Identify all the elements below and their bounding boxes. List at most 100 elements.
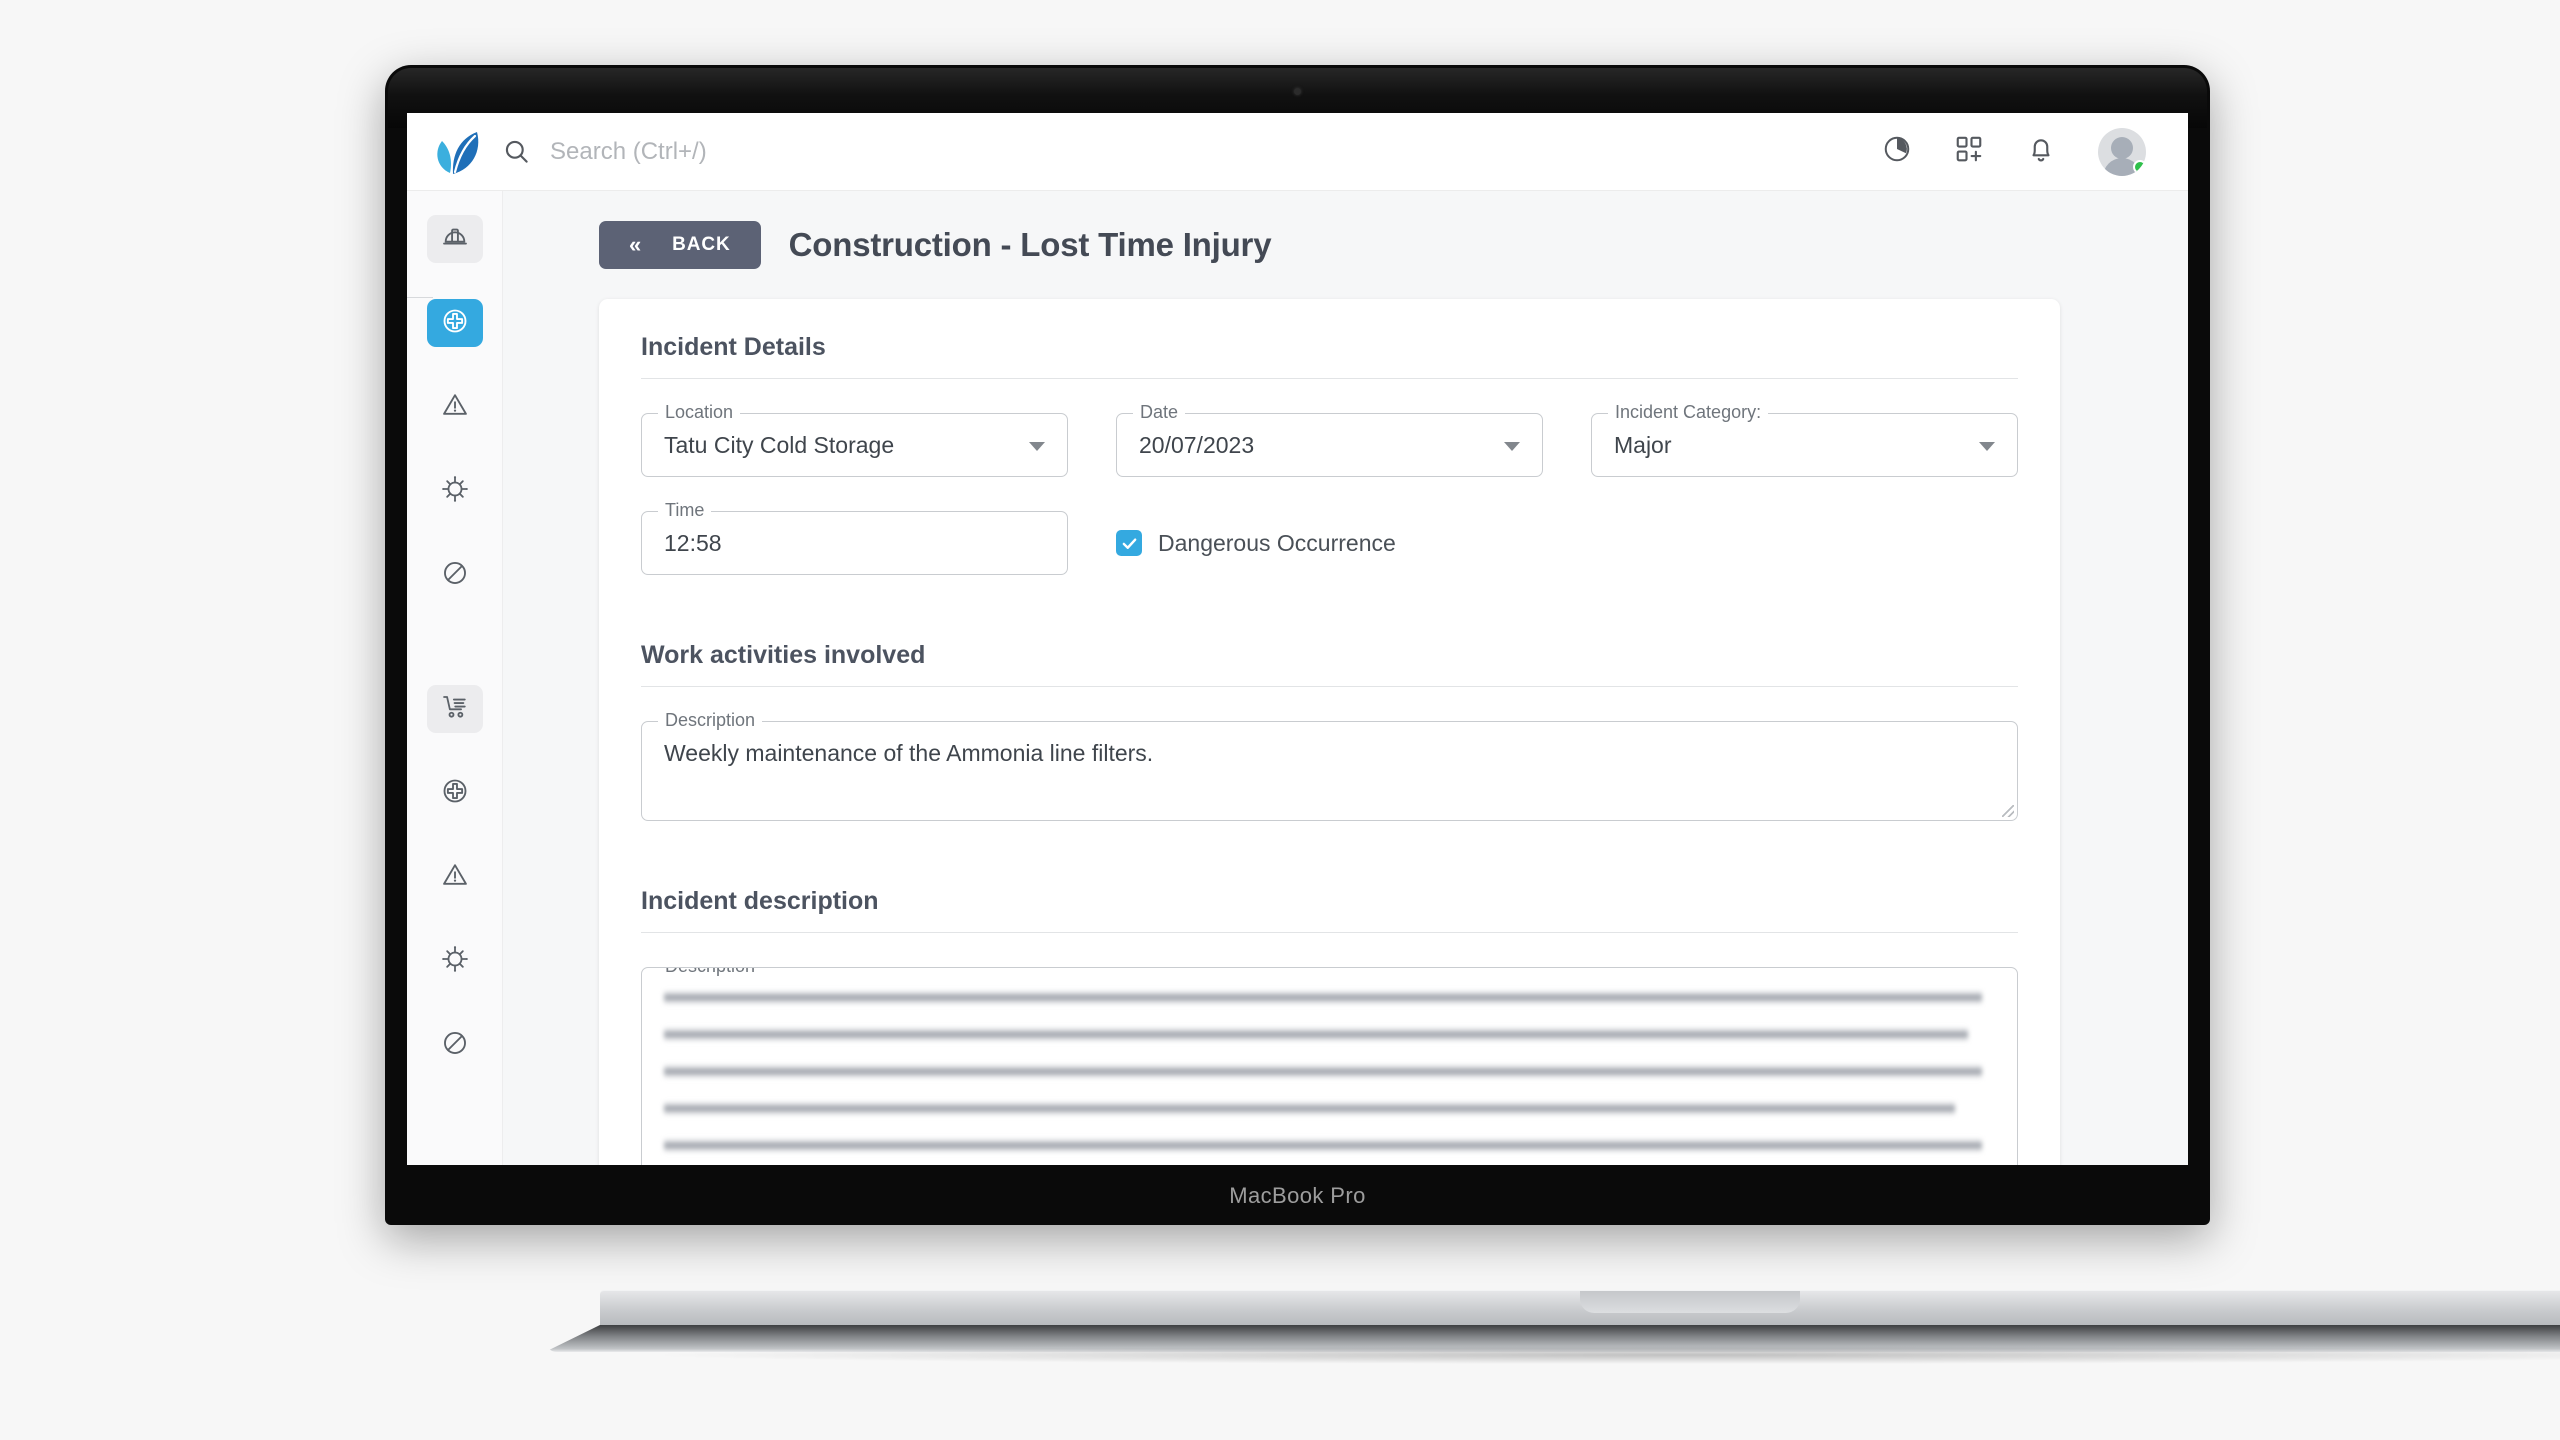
app-body: « BACK Construction - Lost Time Injury I… (407, 191, 2188, 1165)
prohibition-icon (441, 1029, 469, 1062)
laptop-base-top (600, 1290, 2560, 1326)
laptop-base (545, 1290, 2560, 1364)
incident-description-label: Description (658, 968, 763, 975)
form-row-1: Location Tatu City Cold Storage Date 20/… (641, 403, 2018, 477)
sidebar-group-separator (407, 635, 502, 685)
search-bar[interactable] (503, 137, 1882, 166)
location-field: Location Tatu City Cold Storage (641, 403, 1068, 477)
redacted-line (664, 1138, 1982, 1153)
double-chevron-left-icon: « (629, 232, 643, 257)
page-header: « BACK Construction - Lost Time Injury (503, 191, 2188, 299)
form-row-2-spacer (1591, 511, 2018, 575)
form-row-2: Time 12:58 Dangerous Occurrence (641, 501, 2018, 575)
location-select[interactable]: Location Tatu City Cold Storage (641, 403, 1068, 477)
avatar-head (2111, 136, 2133, 159)
form-row-3: Description Weekly maintenance of the Am… (641, 711, 2018, 821)
sidebar (407, 191, 503, 1165)
sidebar-divider (407, 297, 433, 298)
section-heading-work-activities: Work activities involved (641, 641, 926, 669)
warning-triangle-icon (441, 861, 469, 894)
virus-icon (441, 945, 469, 978)
check-icon (1122, 537, 1136, 549)
form-row-4: Description (641, 967, 2018, 1165)
section-heading-incident-details: Incident Details (641, 333, 826, 361)
stage: MacBook Pro Search (Ctrl+/) « BACK Const… (0, 0, 2560, 1440)
dangerous-occurrence-label: Dangerous Occurrence (1158, 529, 1396, 556)
time-value: 12:58 (664, 529, 722, 556)
sidebar-item-hazards-2[interactable] (427, 853, 483, 901)
incident-category-field: Incident Category: Major (1591, 403, 2018, 477)
top-bar-actions (1882, 127, 2188, 176)
leaf-logo-icon[interactable] (407, 129, 503, 175)
device-label: MacBook Pro (1229, 1183, 1366, 1208)
sidebar-item-biohazard[interactable] (427, 467, 483, 515)
section-divider (641, 932, 2018, 933)
app-viewport: « BACK Construction - Lost Time Injury I… (407, 113, 2188, 1165)
incident-form-card: Incident Details Location Tatu City Cold… (599, 299, 2060, 1165)
sidebar-item-restrictions[interactable] (427, 551, 483, 599)
section-heading-incident-description: Incident description (641, 887, 879, 915)
sidebar-item-hazards[interactable] (427, 383, 483, 431)
grid-plus-icon[interactable] (1954, 134, 1984, 169)
time-field: Time 12:58 (641, 501, 1068, 575)
sidebar-item-restrictions-2[interactable] (427, 1021, 483, 1069)
warning-triangle-icon (441, 391, 469, 424)
laptop-mockup: MacBook Pro Search (Ctrl+/) « BACK Const… (385, 65, 2560, 1364)
work-activities-description-textarea[interactable]: Description Weekly maintenance of the Am… (641, 711, 2018, 821)
sidebar-item-health[interactable] (426, 299, 483, 347)
dangerous-occurrence-checkbox[interactable] (1116, 530, 1142, 556)
work-activities-description-value: Weekly maintenance of the Ammonia line f… (664, 740, 1154, 766)
dangerous-occurrence-row[interactable]: Dangerous Occurrence (1116, 511, 1543, 575)
medical-cross-icon (441, 777, 469, 810)
work-activities-description-field: Description Weekly maintenance of the Am… (641, 711, 2018, 821)
resize-handle-icon[interactable] (2002, 805, 2014, 817)
sidebar-item-safety[interactable] (426, 215, 483, 263)
redacted-text-content (664, 986, 1995, 1165)
date-value: 20/07/2023 (1139, 431, 1255, 458)
redacted-line (664, 1027, 1969, 1042)
incident-description-field: Description (641, 967, 2018, 1165)
shopping-cart-icon (441, 693, 469, 726)
chevron-down-icon (1504, 442, 1520, 451)
main-content: « BACK Construction - Lost Time Injury I… (503, 191, 2188, 1165)
search-icon (503, 138, 530, 165)
avatar[interactable] (2098, 127, 2146, 176)
sidebar-item-procurement[interactable] (426, 685, 483, 733)
section-divider (641, 686, 2018, 687)
webcam-icon (1294, 88, 1301, 95)
search-input[interactable] (550, 137, 1070, 166)
bell-icon[interactable] (2026, 134, 2056, 169)
incident-description-textarea[interactable]: Description (641, 967, 2018, 1165)
prohibition-icon (441, 559, 469, 592)
hard-hat-icon (441, 223, 469, 256)
medical-cross-icon (441, 307, 469, 340)
back-button[interactable]: « BACK (599, 221, 761, 269)
incident-category-value: Major (1614, 431, 1672, 458)
laptop-shadow (665, 1346, 2560, 1364)
chevron-down-icon (1979, 442, 1995, 451)
top-bar (407, 113, 2188, 191)
incident-category-label: Incident Category: (1608, 403, 1769, 421)
virus-icon (441, 475, 469, 508)
back-button-label: BACK (672, 234, 731, 255)
laptop-lid: MacBook Pro Search (Ctrl+/) « BACK Const… (385, 65, 2210, 1225)
redacted-line (664, 1101, 1956, 1116)
date-label: Date (1133, 403, 1186, 421)
sidebar-item-health-2[interactable] (427, 769, 483, 817)
location-value: Tatu City Cold Storage (664, 431, 895, 458)
status-badge (2133, 159, 2146, 174)
time-label: Time (658, 501, 712, 519)
date-select[interactable]: Date 20/07/2023 (1116, 403, 1543, 477)
time-input[interactable]: Time 12:58 (641, 501, 1068, 575)
incident-category-select[interactable]: Incident Category: Major (1591, 403, 2018, 477)
pie-chart-clock-icon[interactable] (1882, 134, 1912, 169)
redacted-line (664, 990, 1982, 1005)
leaf-logo-svg (437, 131, 479, 174)
page-title: Construction - Lost Time Injury (788, 226, 1272, 263)
redacted-line (664, 1064, 1982, 1079)
sidebar-item-biohazard-2[interactable] (427, 937, 483, 985)
section-divider (641, 378, 2018, 379)
location-label: Location (658, 403, 741, 421)
